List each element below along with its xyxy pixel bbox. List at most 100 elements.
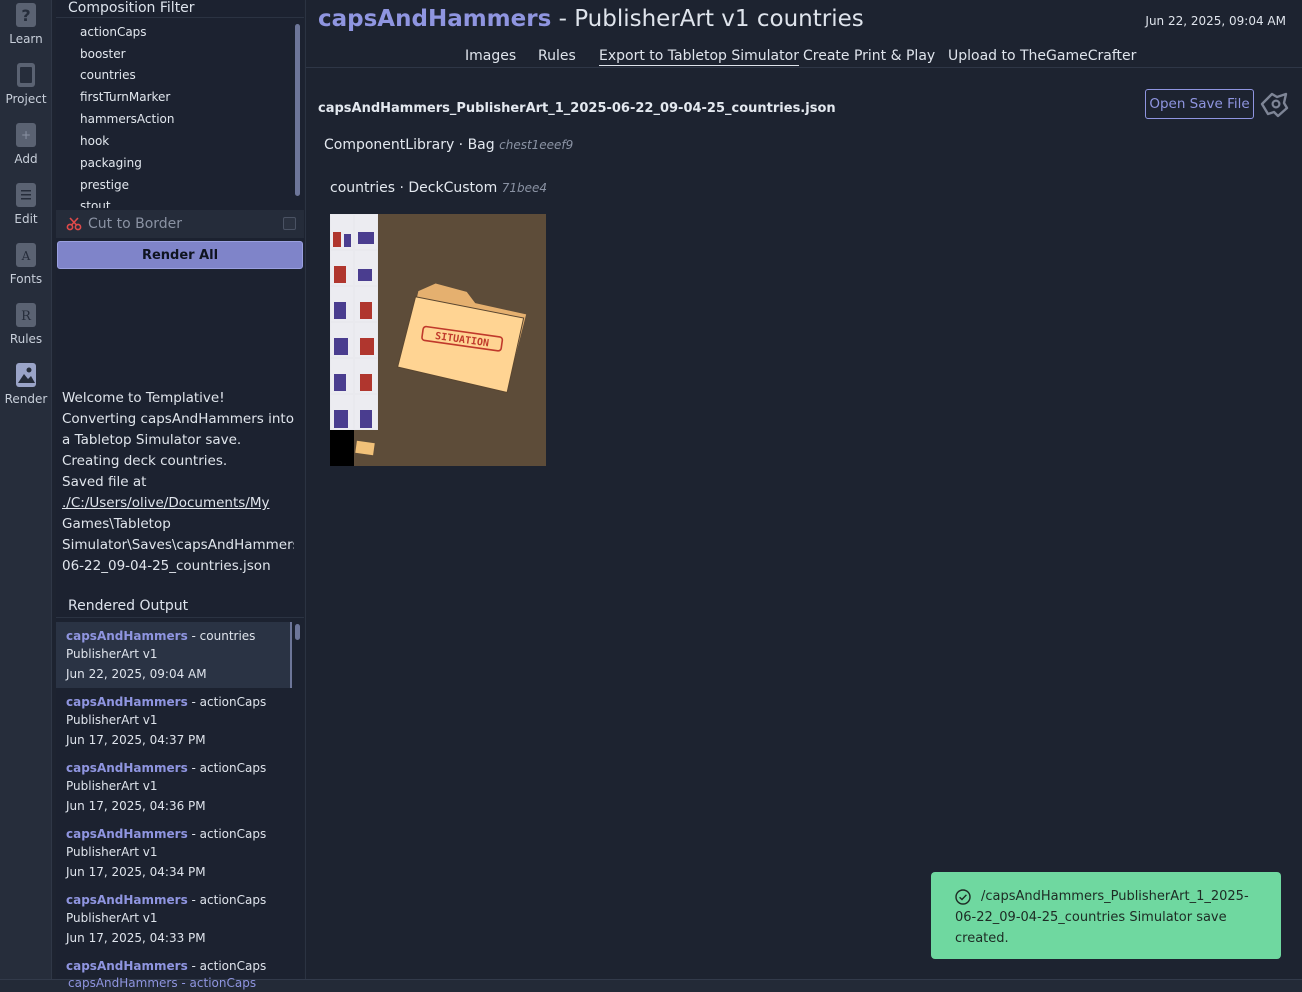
log-line: Welcome to Templative!: [62, 390, 225, 406]
sidebar: Composition Filter actionCaps booster co…: [56, 0, 304, 992]
deck-text: countries · DeckCustom: [330, 180, 498, 196]
rail-label: Rules: [9, 332, 43, 346]
component-library-text: ComponentLibrary · Bag: [324, 137, 495, 153]
rail-learn[interactable]: ? Learn: [0, 2, 52, 46]
cut-to-border-checkbox[interactable]: [283, 217, 296, 230]
log-line: 06-22_09-04-25_countries.json: [62, 558, 271, 574]
rendered-output-title: Rendered Output: [56, 598, 304, 618]
ro-art: PublisherArt v1: [66, 779, 158, 793]
log-line: Converting capsAndHammers into: [62, 411, 294, 427]
deck-preview-art: SITUATION: [330, 214, 527, 466]
check-circle-icon: [955, 889, 971, 905]
cut-to-border-row[interactable]: Cut to Border: [56, 210, 304, 238]
filter-item[interactable]: packaging: [80, 156, 142, 170]
filter-item[interactable]: countries: [80, 68, 136, 82]
log-line: Creating deck countries.: [62, 453, 228, 469]
ro-project: capsAndHammers: [66, 959, 188, 973]
tab-rules[interactable]: Rules: [538, 48, 576, 64]
svg-text:R: R: [21, 309, 32, 324]
filter-item[interactable]: hammersAction: [80, 112, 175, 126]
log-line: Saved file at: [62, 474, 147, 490]
ro-project: capsAndHammers: [66, 827, 188, 841]
rail-fonts[interactable]: A Fonts: [0, 242, 52, 286]
ro-date: Jun 17, 2025, 04:37 PM: [66, 733, 206, 747]
tab-print-play[interactable]: Create Print & Play: [803, 48, 935, 64]
ro-composition: - actionCaps: [187, 761, 267, 775]
tab-export-tts[interactable]: Export to Tabletop Simulator: [599, 48, 799, 66]
log-line: Games\Tabletop: [62, 516, 171, 532]
toast-notification[interactable]: /capsAndHammers_PublisherArt_1_2025-06-2…: [931, 872, 1281, 959]
cut-to-border-label: Cut to Border: [88, 216, 183, 232]
edit-icon: [16, 183, 36, 207]
page-title: capsAndHammers - PublisherArt v1 countri…: [318, 6, 864, 32]
render-all-button[interactable]: Render All: [57, 241, 303, 269]
scissors-icon: [66, 217, 82, 231]
filter-item[interactable]: actionCaps: [80, 25, 147, 39]
rendered-output-scrollbar[interactable]: [295, 624, 300, 640]
log-line: Simulator\Saves\capsAndHammers_P: [62, 537, 294, 553]
rendered-output-item[interactable]: capsAndHammers - actionCaps PublisherArt…: [56, 820, 292, 886]
filter-item[interactable]: hook: [80, 134, 109, 148]
rail-project[interactable]: Project: [0, 62, 52, 106]
ro-composition: - actionCaps: [187, 695, 267, 709]
ro-project: capsAndHammers: [66, 629, 188, 643]
main-panel: capsAndHammers - PublisherArt v1 countri…: [305, 0, 1302, 979]
ro-project: capsAndHammers: [66, 893, 188, 907]
ro-art: PublisherArt v1: [66, 911, 158, 925]
folder-card-back: SITUATION: [396, 283, 527, 394]
component-library-label: ComponentLibrary · Bag chest1eeef9: [324, 137, 573, 153]
ro-date: Jun 17, 2025, 04:36 PM: [66, 799, 206, 813]
title-project: capsAndHammers: [318, 6, 552, 32]
toast-message: /capsAndHammers_PublisherArt_1_2025-06-2…: [955, 889, 1249, 946]
filter-item[interactable]: stout: [80, 199, 111, 208]
rail-label: Learn: [9, 32, 43, 46]
timestamp: Jun 22, 2025, 09:04 AM: [1145, 14, 1286, 28]
ro-date: Jun 17, 2025, 04:33 PM: [66, 931, 206, 945]
deck-hash: 71bee4: [501, 181, 547, 195]
component-hash: chest1eeef9: [499, 138, 574, 152]
ro-project: capsAndHammers: [66, 761, 188, 775]
image-icon: [16, 363, 36, 387]
svg-text:+: +: [21, 128, 31, 142]
bottom-partial-text: capsAndHammers - actionCaps: [68, 976, 257, 990]
document-icon: [17, 63, 35, 87]
title-rest: - PublisherArt v1 countries: [551, 6, 864, 32]
tab-images[interactable]: Images: [465, 48, 516, 64]
svg-text:?: ?: [21, 6, 30, 25]
rail-edit[interactable]: Edit: [0, 182, 52, 226]
rail-render[interactable]: Render: [0, 362, 52, 406]
rail-label: Project: [5, 92, 47, 106]
rules-icon: R: [16, 303, 36, 327]
tab-bar: Images Rules Export to Tabletop Simulato…: [306, 46, 1302, 68]
ro-art: PublisherArt v1: [66, 713, 158, 727]
rendered-output-item[interactable]: capsAndHammers - actionCaps PublisherArt…: [56, 688, 292, 754]
saved-file-link[interactable]: ./C:/Users/olive/Documents/My: [62, 495, 269, 511]
filter-scrollbar[interactable]: [295, 24, 300, 196]
rail-add[interactable]: + Add: [0, 122, 52, 166]
svg-text:A: A: [21, 249, 31, 263]
ro-composition: - actionCaps: [187, 959, 267, 973]
save-file-name: capsAndHammers_PublisherArt_1_2025-06-22…: [318, 101, 836, 116]
ro-date: Jun 17, 2025, 04:34 PM: [66, 865, 206, 879]
filter-item[interactable]: firstTurnMarker: [80, 90, 170, 104]
rail-label: Fonts: [9, 272, 43, 286]
ro-art: PublisherArt v1: [66, 845, 158, 859]
ro-date: Jun 22, 2025, 09:04 AM: [66, 667, 207, 681]
rail-label: Edit: [14, 212, 38, 226]
ro-composition: - actionCaps: [187, 893, 267, 907]
open-save-file-button[interactable]: Open Save File: [1145, 89, 1254, 119]
rendered-output-item[interactable]: capsAndHammers - actionCaps PublisherArt…: [56, 886, 292, 952]
tabletop-simulator-icon[interactable]: [1258, 88, 1290, 120]
ro-composition: - countries: [187, 629, 256, 643]
plus-icon: +: [16, 123, 36, 147]
filter-item[interactable]: prestige: [80, 178, 129, 192]
rail-label: Render: [4, 392, 48, 406]
rendered-output-item[interactable]: capsAndHammers - actionCaps PublisherArt…: [56, 754, 292, 820]
rendered-output-item[interactable]: capsAndHammers - countries PublisherArt …: [56, 622, 292, 688]
ro-project: capsAndHammers: [66, 695, 188, 709]
rail-rules[interactable]: R Rules: [0, 302, 52, 346]
tab-upload-tgc[interactable]: Upload to TheGameCrafter: [948, 48, 1136, 64]
filter-item[interactable]: booster: [80, 47, 126, 61]
font-icon: A: [16, 243, 36, 267]
deck-preview-image: SITUATION: [330, 214, 546, 466]
